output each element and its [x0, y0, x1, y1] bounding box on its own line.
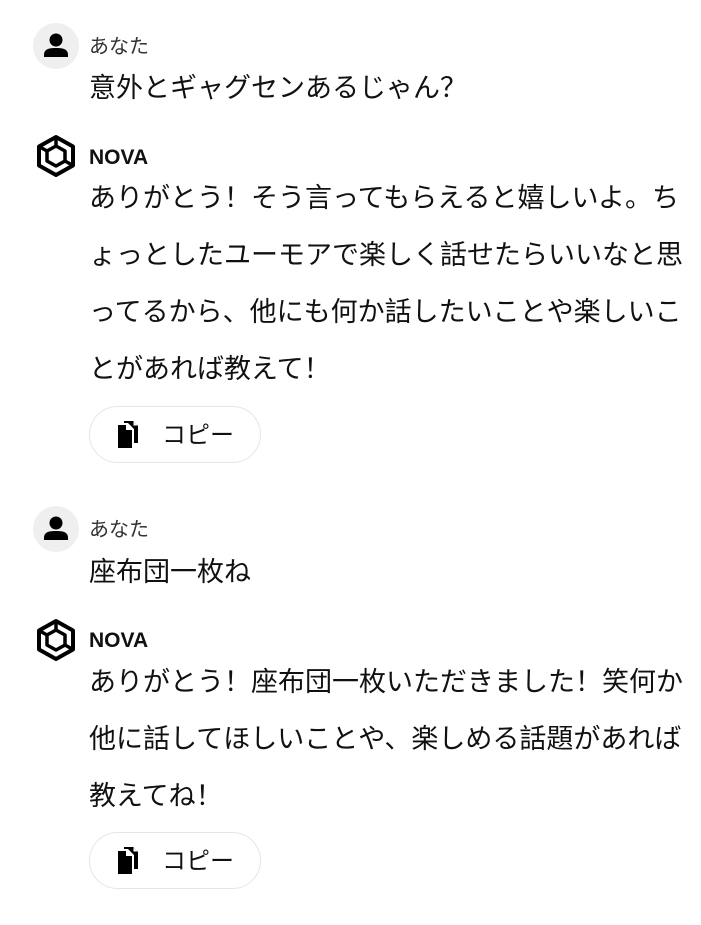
- message-text: 座布団一枚ね: [89, 557, 251, 588]
- message-text: ありがとう！そう言ってもらえると嬉しいよ。ちょっとしたユーモアで楽しく話せたらい…: [89, 183, 683, 385]
- sender-name: NOVA: [89, 146, 149, 169]
- nova-avatar: [33, 133, 79, 179]
- nova-logo-icon: [37, 619, 75, 661]
- copy-button-label: コピー: [162, 421, 234, 449]
- message-text: 意外とギャグセンあるじゃん？: [89, 73, 467, 104]
- user-avatar: [33, 506, 79, 552]
- sender-name: NOVA: [89, 629, 149, 652]
- sender-name: あなた: [89, 517, 149, 541]
- person-icon: [44, 516, 68, 540]
- person-icon: [44, 33, 68, 57]
- copy-button[interactable]: コピー: [89, 406, 261, 463]
- nova-avatar: [33, 617, 79, 663]
- message-text: ありがとう！座布団一枚いただきました！笑何か他に話してほしいことや、楽しめる話題…: [89, 667, 683, 812]
- copy-button-label: コピー: [162, 847, 234, 875]
- copy-icon: [118, 421, 138, 448]
- copy-icon: [118, 847, 138, 874]
- nova-logo-icon: [37, 135, 75, 177]
- sender-name: あなた: [89, 34, 149, 58]
- user-avatar: [33, 23, 79, 69]
- copy-button[interactable]: コピー: [89, 832, 261, 889]
